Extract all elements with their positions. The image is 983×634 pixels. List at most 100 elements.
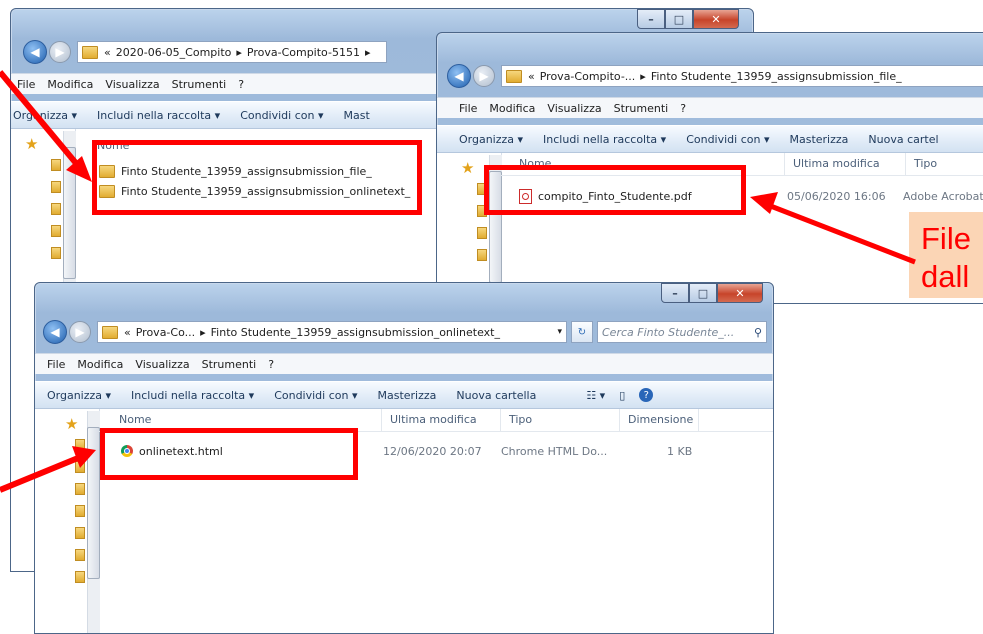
menu-modifica[interactable]: Modifica [77, 358, 123, 371]
minimize-button[interactable]: – [661, 283, 689, 303]
folder-icon [75, 527, 85, 539]
masterizza-button[interactable]: Mast [343, 109, 369, 122]
address-dropdown-icon[interactable]: ▾ [557, 327, 562, 337]
column-ultima-modifica[interactable]: Ultima modifica [382, 409, 501, 431]
folder-icon [51, 203, 61, 215]
search-icon[interactable]: ⚲ [754, 326, 762, 339]
breadcrumb-prova[interactable]: Prova-Co... [136, 326, 195, 339]
menu-help[interactable]: ? [680, 102, 686, 115]
folder-icon [102, 325, 118, 339]
address-row: ◀ ▶ « 2020-06-05_Compito ▸ Prova-Compito… [23, 40, 387, 64]
breadcrumb-sep[interactable]: ▸ [365, 46, 371, 59]
breadcrumb-prova[interactable]: Prova-Compito-... [540, 70, 636, 83]
maximize-button[interactable]: □ [689, 283, 717, 303]
column-dimensione[interactable]: Dimensione [620, 409, 699, 431]
organizza-button[interactable]: Organizza ▾ [459, 133, 523, 146]
address-row: ◀ ▶ « Prova-Compito-... ▸ Finto Studente… [447, 64, 983, 88]
folder-icon [477, 227, 487, 239]
column-tipo[interactable]: Tipo [501, 409, 620, 431]
close-button[interactable]: ✕ [693, 9, 739, 29]
help-icon[interactable]: ? [639, 388, 654, 402]
forward-arrow-icon[interactable]: ▶ [49, 41, 71, 63]
column-ultima-modifica[interactable]: Ultima modifica [785, 153, 906, 175]
masterizza-button[interactable]: Masterizza [789, 133, 848, 146]
organizza-button[interactable]: Organizza ▾ [47, 389, 111, 402]
star-icon: ★ [65, 415, 79, 433]
condividi-button[interactable]: Condividi con ▾ [686, 133, 769, 146]
menu-bar: File Modifica Visualizza Strumenti ? [437, 97, 983, 118]
refresh-icon[interactable]: ↻ [571, 321, 593, 343]
back-arrow-icon[interactable]: ◀ [43, 320, 67, 344]
type-value: Adobe Acrobat [903, 189, 983, 203]
menu-strumenti[interactable]: Strumenti [614, 102, 669, 115]
breadcrumb-sep[interactable]: ▸ [200, 326, 206, 339]
menu-strumenti[interactable]: Strumenti [202, 358, 257, 371]
menu-file[interactable]: File [459, 102, 477, 115]
address-bar[interactable]: « Prova-Co... ▸ Finto Studente_13959_ass… [97, 321, 567, 343]
condividi-button[interactable]: Condividi con ▾ [240, 109, 323, 122]
menu-file[interactable]: File [17, 78, 35, 91]
search-input[interactable]: Cerca Finto Studente_... ⚲ [597, 321, 767, 343]
minimize-button[interactable]: – [637, 9, 665, 29]
menu-file[interactable]: File [47, 358, 65, 371]
includi-button[interactable]: Includi nella raccolta ▾ [543, 133, 666, 146]
nuova-cartella-button[interactable]: Nuova cartel [868, 133, 938, 146]
file-type: Adobe Acrobat [903, 187, 983, 205]
callout-label: File dall [909, 212, 983, 298]
folder-icon [75, 483, 85, 495]
menu-help[interactable]: ? [268, 358, 274, 371]
breadcrumb-sep[interactable]: ▸ [236, 46, 242, 59]
back-arrow-icon[interactable]: ◀ [23, 40, 47, 64]
address-bar[interactable]: « 2020-06-05_Compito ▸ Prova-Compito-515… [77, 41, 387, 63]
column-tipo[interactable]: Tipo [906, 153, 983, 175]
folder-icon [477, 249, 487, 261]
breadcrumb-overflow[interactable]: « [124, 326, 131, 339]
breadcrumb-folder[interactable]: Finto Studente_13959_assignsubmission_fi… [651, 70, 902, 83]
breadcrumb-compito[interactable]: 2020-06-05_Compito [116, 46, 232, 59]
folder-icon [51, 181, 61, 193]
folder-icon [75, 505, 85, 517]
menu-bar: File Modifica Visualizza Strumenti ? [35, 353, 773, 374]
masterizza-button[interactable]: Masterizza [377, 389, 436, 402]
menu-modifica[interactable]: Modifica [47, 78, 93, 91]
breadcrumb-sep[interactable]: ▸ [640, 70, 646, 83]
modified-value: 05/06/2020 16:06 [787, 189, 886, 203]
breadcrumb-overflow[interactable]: « [528, 70, 535, 83]
menu-visualizza[interactable]: Visualizza [135, 358, 189, 371]
view-options-icon[interactable]: ☷ ▾ [586, 389, 605, 402]
maximize-button[interactable]: □ [665, 9, 693, 29]
highlight-box-folders [92, 140, 422, 215]
menu-help[interactable]: ? [238, 78, 244, 91]
type-value: Chrome HTML Do... [501, 444, 608, 458]
navigation-pane: ★ [35, 409, 100, 633]
includi-button[interactable]: Includi nella raccolta ▾ [97, 109, 220, 122]
command-bar: Organizza ▾ Includi nella raccolta ▾ Con… [437, 125, 983, 153]
folder-icon [506, 69, 522, 83]
star-icon: ★ [461, 159, 475, 177]
menu-strumenti[interactable]: Strumenti [172, 78, 227, 91]
organizza-button[interactable]: Organizza ▾ [13, 109, 77, 122]
forward-arrow-icon[interactable]: ▶ [473, 65, 495, 87]
callout-line-2: dall [921, 259, 970, 294]
file-modified: 12/06/2020 20:07 [383, 442, 482, 460]
breadcrumb-prova[interactable]: Prova-Compito-5151 [247, 46, 360, 59]
nuova-cartella-button[interactable]: Nuova cartella [456, 389, 536, 402]
close-button[interactable]: ✕ [717, 283, 763, 303]
breadcrumb-folder[interactable]: Finto Studente_13959_assignsubmission_on… [211, 326, 500, 339]
nav-scrollbar-thumb[interactable] [63, 147, 76, 279]
includi-button[interactable]: Includi nella raccolta ▾ [131, 389, 254, 402]
folder-icon [82, 45, 98, 59]
back-arrow-icon[interactable]: ◀ [447, 64, 471, 88]
address-row: ◀ ▶ « Prova-Co... ▸ Finto Studente_13959… [43, 320, 767, 344]
address-bar[interactable]: « Prova-Compito-... ▸ Finto Studente_139… [501, 65, 983, 87]
condividi-button[interactable]: Condividi con ▾ [274, 389, 357, 402]
menu-visualizza[interactable]: Visualizza [547, 102, 601, 115]
file-modified: 05/06/2020 16:06 [787, 187, 886, 205]
forward-arrow-icon[interactable]: ▶ [69, 321, 91, 343]
preview-pane-icon[interactable]: ▯ [619, 389, 625, 402]
menu-visualizza[interactable]: Visualizza [105, 78, 159, 91]
menu-modifica[interactable]: Modifica [489, 102, 535, 115]
nav-scrollbar-thumb[interactable] [87, 427, 100, 579]
breadcrumb-overflow[interactable]: « [104, 46, 111, 59]
folder-icon [75, 439, 85, 451]
